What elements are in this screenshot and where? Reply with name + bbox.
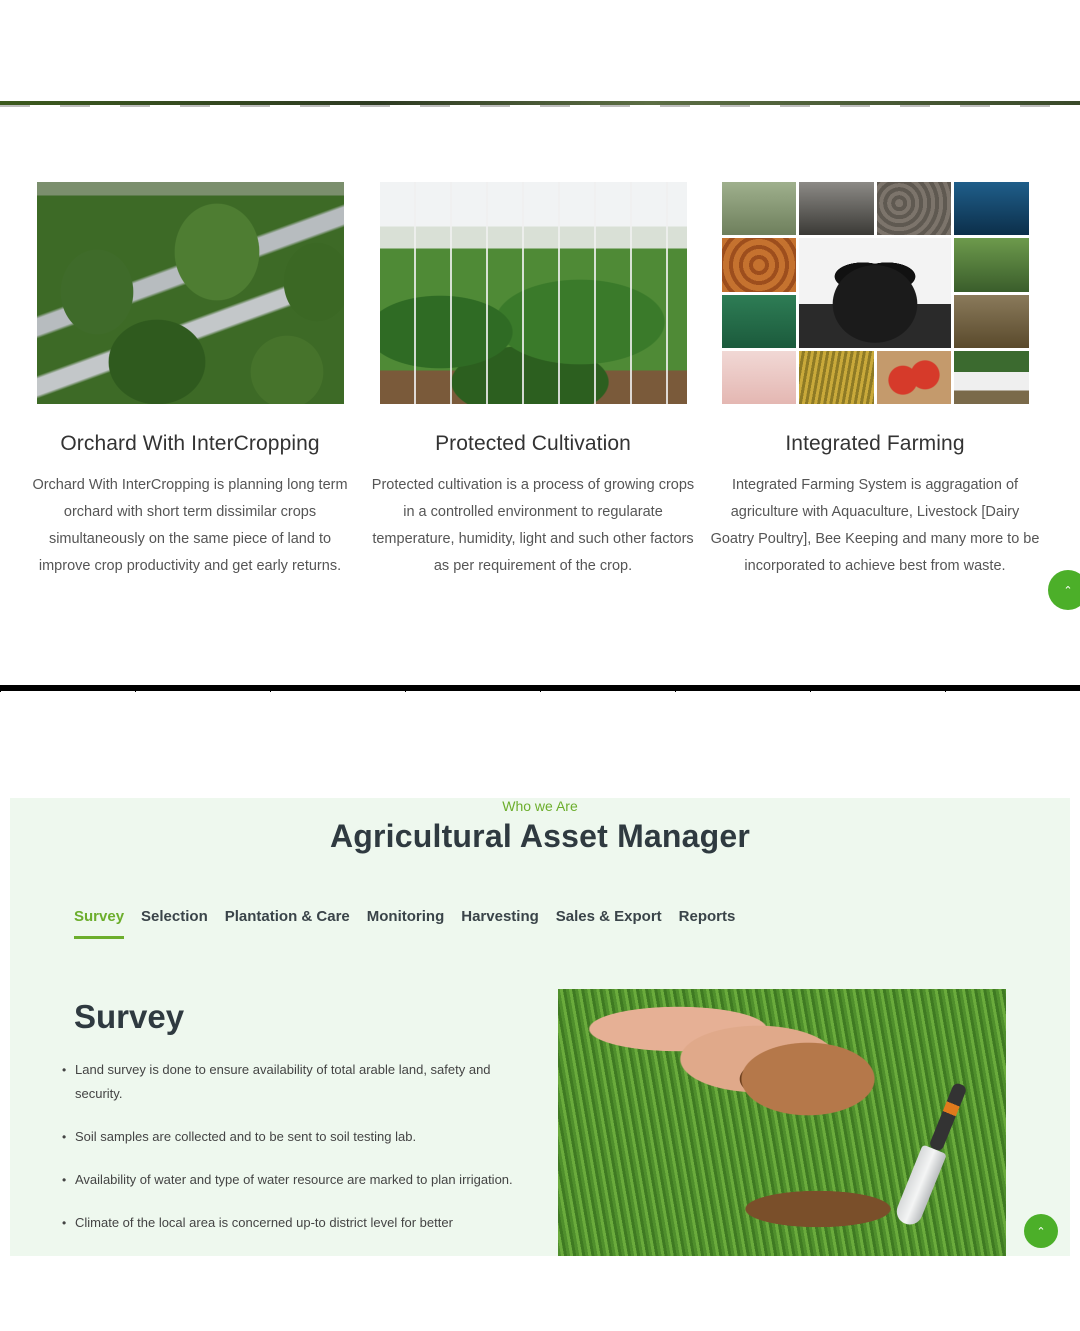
tab-sales-export[interactable]: Sales & Export	[556, 908, 662, 939]
hand-holding-soil-photo	[558, 989, 1006, 1256]
service-card-integrated-farming[interactable]: Integrated Farming Integrated Farming Sy…	[705, 182, 1045, 580]
integrated-farming-collage	[721, 182, 1029, 404]
orchard-field-photo	[36, 182, 344, 404]
cow-photo	[799, 238, 951, 348]
service-card-protected-cultivation[interactable]: Protected Cultivation Protected cultivat…	[363, 182, 703, 580]
chevron-up-icon: ⌃	[1036, 1225, 1046, 1238]
card-title: Orchard With InterCropping	[60, 432, 320, 455]
screenshot-divider	[0, 685, 1080, 692]
list-item: Climate of the local area is concerned u…	[62, 1211, 532, 1235]
chevron-up-icon: ⌃	[1063, 584, 1073, 597]
section-eyebrow: Who we Are	[502, 798, 578, 814]
list-item: Soil samples are collected and to be sen…	[62, 1125, 532, 1149]
tab-plantation-care[interactable]: Plantation & Care	[225, 908, 350, 939]
process-tabs: Survey Selection Plantation & Care Monit…	[74, 908, 752, 939]
tab-content-title: Survey	[74, 998, 185, 1035]
section-title: Agricultural Asset Manager	[329, 818, 751, 854]
scroll-to-top-button[interactable]: ⌃	[1048, 570, 1080, 610]
trowel-graphic	[892, 1080, 973, 1229]
card-description: Protected cultivation is a process of gr…	[371, 477, 695, 574]
about-section: Who we Are Agricultural Asset Manager Su…	[10, 798, 1070, 1256]
service-card-orchard[interactable]: Orchard With InterCropping Orchard With …	[20, 182, 360, 580]
tab-selection[interactable]: Selection	[141, 908, 208, 939]
greenhouse-photo	[379, 182, 687, 404]
card-description: Integrated Farming System is aggragation…	[710, 477, 1040, 574]
tab-harvesting[interactable]: Harvesting	[461, 908, 539, 939]
card-title: Protected Cultivation	[435, 432, 631, 455]
header-divider	[0, 101, 1080, 107]
scroll-to-top-button[interactable]: ⌃	[1024, 1214, 1058, 1248]
tab-reports[interactable]: Reports	[679, 908, 736, 939]
list-item: Availability of water and type of water …	[62, 1168, 532, 1192]
survey-bullet-list: Land survey is done to ensure availabili…	[62, 1058, 532, 1254]
list-item: Land survey is done to ensure availabili…	[62, 1058, 532, 1106]
card-title: Integrated Farming	[785, 432, 965, 455]
tab-survey[interactable]: Survey	[74, 908, 125, 939]
card-description: Orchard With InterCropping is planning l…	[32, 477, 348, 574]
tab-monitoring[interactable]: Monitoring	[367, 908, 444, 939]
